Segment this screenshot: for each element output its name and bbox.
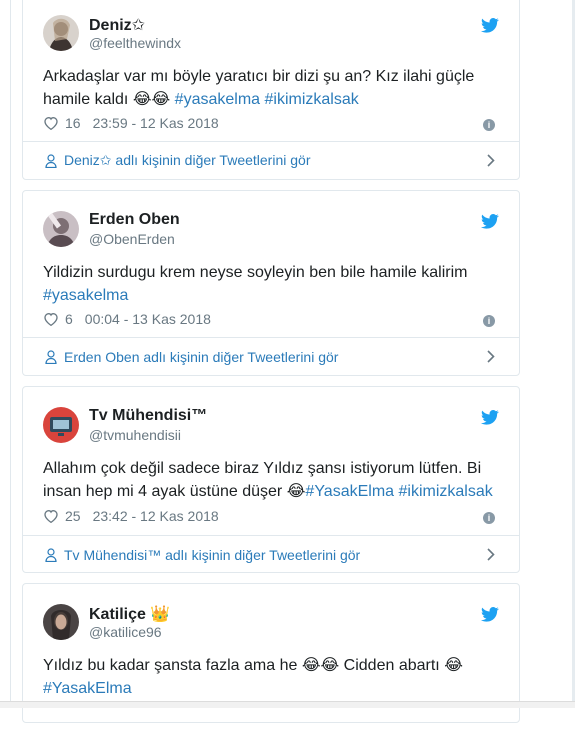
avatar[interactable]: [43, 15, 79, 51]
hashtag-link[interactable]: #ikimizkalsak: [399, 483, 493, 500]
like-count: 16: [65, 115, 81, 131]
display-name[interactable]: Erden Oben: [89, 211, 180, 229]
chevron-right-icon[interactable]: [487, 154, 495, 167]
tweet-meta: 6 00:04 - 13 Kas 2018: [43, 311, 211, 327]
like-count: 6: [65, 311, 73, 327]
timeline-left-border: [10, 0, 11, 708]
more-tweets-label[interactable]: Deniz✩ adlı kişinin diğer Tweetlerini gö…: [64, 152, 310, 169]
display-name[interactable]: Tv Mühendisi™: [89, 407, 207, 425]
hashtag-link[interactable]: #YasakElma: [305, 483, 394, 500]
hashtag-link[interactable]: #ikimizkalsak: [265, 91, 359, 108]
more-tweets-link[interactable]: Deniz✩ adlı kişinin diğer Tweetlerini gö…: [23, 141, 519, 179]
user-handle[interactable]: @tvmuhendisii: [89, 427, 181, 443]
twitter-bird-icon[interactable]: [481, 410, 499, 425]
tweet-text: Allahım çok değil sadece biraz Yıldız şa…: [43, 460, 493, 500]
chevron-right-icon[interactable]: [487, 548, 495, 561]
like-count: 25: [65, 508, 81, 524]
twitter-bird-icon[interactable]: [481, 214, 499, 229]
tweet-meta: 25 23:42 - 12 Kas 2018: [43, 508, 219, 524]
twitter-bird-icon[interactable]: [481, 607, 499, 622]
info-icon[interactable]: i: [483, 315, 495, 327]
display-name[interactable]: Deniz✩: [89, 15, 145, 35]
tweet-text: Yildizin surdugu krem neyse soyleyin ben…: [43, 264, 468, 304]
more-tweets-label[interactable]: Erden Oben adlı kişinin diğer Tweetlerin…: [64, 349, 338, 365]
timestamp[interactable]: 23:42 - 12 Kas 2018: [93, 508, 219, 524]
more-tweets-link[interactable]: Tv Mühendisi™ adlı kişinin diğer Tweetle…: [23, 535, 519, 573]
tweet-meta: 16 23:59 - 12 Kas 2018: [43, 115, 219, 131]
timestamp[interactable]: 23:59 - 12 Kas 2018: [93, 115, 219, 131]
timestamp[interactable]: 00:04 - 13 Kas 2018: [85, 311, 211, 327]
avatar[interactable]: [43, 211, 79, 247]
emoji: 😂: [444, 657, 463, 674]
hashtag-link[interactable]: #yasakelma: [43, 287, 128, 304]
tweet-card: Deniz✩ @feelthewindx Arkadaşlar var mı b…: [22, 0, 520, 180]
more-tweets-label[interactable]: Tv Mühendisi™ adlı kişinin diğer Tweetle…: [64, 547, 360, 563]
heart-icon[interactable]: [43, 312, 59, 326]
user-handle[interactable]: @feelthewindx: [89, 35, 181, 51]
emoji: 😂😂: [301, 657, 340, 674]
horizontal-scrollbar[interactable]: [0, 701, 575, 708]
avatar[interactable]: [43, 407, 79, 443]
hashtag-link[interactable]: #yasakelma: [175, 91, 260, 108]
twitter-bird-icon[interactable]: [481, 18, 499, 33]
display-name[interactable]: Katiliçe 👑: [89, 604, 170, 624]
tweet-card: Tv Mühendisi™ @tvmuhendisii Allahım çok …: [22, 386, 520, 573]
tweet-text: Arkadaşlar var mı böyle yaratıcı bir diz…: [43, 68, 475, 108]
info-icon[interactable]: i: [483, 119, 495, 131]
person-icon: [45, 547, 57, 562]
chevron-right-icon[interactable]: [487, 350, 495, 363]
heart-icon[interactable]: [43, 116, 59, 130]
person-icon: [45, 153, 57, 168]
tweet-card: Erden Oben @ObenErden Yildizin surdugu k…: [22, 190, 520, 376]
emoji: 😂: [286, 483, 306, 500]
user-handle[interactable]: @katilice96: [89, 624, 162, 640]
crown-emoji: 👑: [150, 606, 171, 623]
more-tweets-link[interactable]: Erden Oben adlı kişinin diğer Tweetlerin…: [23, 337, 519, 375]
info-icon[interactable]: i: [483, 512, 495, 524]
tweet-text: Yıldız bu kadar şansta fazla ama he 😂😂 C…: [43, 657, 463, 697]
person-icon: [45, 349, 57, 364]
avatar[interactable]: [43, 604, 79, 640]
emoji: 😂😂: [132, 91, 171, 108]
heart-icon[interactable]: [43, 509, 59, 523]
hashtag-link[interactable]: #YasakElma: [43, 680, 132, 697]
user-handle[interactable]: @ObenErden: [89, 231, 175, 247]
